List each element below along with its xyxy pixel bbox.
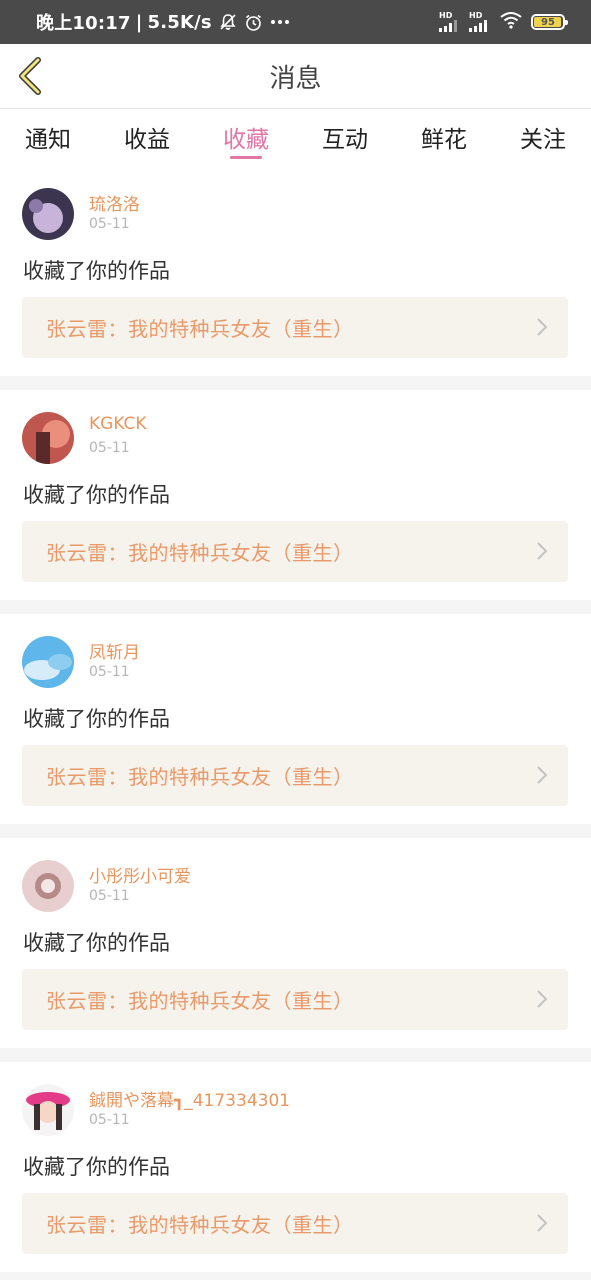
list-item: 凤斩月 05-11 收藏了你的作品 张云雷：我的特种兵女友（重生） xyxy=(0,614,591,838)
signal-2: HD xyxy=(469,12,491,32)
action-text: 收藏了你的作品 xyxy=(23,1155,170,1179)
work-title: 张云雷：我的特种兵女友（重生） xyxy=(46,765,354,789)
avatar[interactable] xyxy=(22,860,74,912)
list-item: 小彤彤小可爱 05-11 收藏了你的作品 张云雷：我的特种兵女友（重生） xyxy=(0,838,591,1062)
battery-icon: 95 xyxy=(531,14,568,30)
avatar[interactable] xyxy=(22,412,74,464)
tab-favorites[interactable]: 收藏 xyxy=(206,120,286,154)
list-item: KGKCK 05-11 收藏了你的作品 张云雷：我的特种兵女友（重生） xyxy=(0,390,591,614)
timestamp: 05-11 xyxy=(89,888,130,904)
status-time: 晚上10:17 xyxy=(36,13,131,34)
signal-bars-icon xyxy=(439,20,457,32)
work-title: 张云雷：我的特种兵女友（重生） xyxy=(46,989,354,1013)
status-right: HD HD 95 xyxy=(439,11,568,33)
tab-earnings[interactable]: 收益 xyxy=(107,120,187,154)
work-title: 张云雷：我的特种兵女友（重生） xyxy=(46,317,354,341)
chevron-right-icon xyxy=(537,990,548,1008)
battery-text: 95 xyxy=(541,16,555,28)
chevron-right-icon xyxy=(537,318,548,336)
username[interactable]: KGKCK xyxy=(89,414,147,434)
work-link[interactable]: 张云雷：我的特种兵女友（重生） xyxy=(22,1193,568,1254)
tab-interactions[interactable]: 互动 xyxy=(305,120,385,154)
chevron-right-icon xyxy=(537,766,548,784)
tab-notifications[interactable]: 通知 xyxy=(8,120,88,154)
signal-2-label: HD xyxy=(469,11,483,20)
avatar[interactable] xyxy=(22,1084,74,1136)
back-button[interactable] xyxy=(12,56,48,96)
divider xyxy=(0,376,591,390)
message-list: 琉洛洛 05-11 收藏了你的作品 张云雷：我的特种兵女友（重生） KGKCK … xyxy=(0,166,591,1280)
action-text: 收藏了你的作品 xyxy=(23,483,170,507)
username[interactable]: 小彤彤小可爱 xyxy=(89,862,191,887)
signal-1: HD xyxy=(439,12,461,32)
divider xyxy=(0,1048,591,1062)
signal-bars-icon xyxy=(469,20,487,32)
divider xyxy=(0,1272,591,1280)
status-speed: 5.5K/s xyxy=(147,11,212,33)
list-item: 琉洛洛 05-11 收藏了你的作品 张云雷：我的特种兵女友（重生） xyxy=(0,166,591,390)
avatar-image xyxy=(22,188,74,240)
chevron-right-icon xyxy=(537,542,548,560)
work-link[interactable]: 张云雷：我的特种兵女友（重生） xyxy=(22,969,568,1030)
page-title: 消息 xyxy=(269,63,322,94)
timestamp: 05-11 xyxy=(89,440,130,456)
avatar[interactable] xyxy=(22,188,74,240)
more-dots-icon xyxy=(270,19,290,25)
tab-following[interactable]: 关注 xyxy=(503,120,583,154)
bell-off-icon xyxy=(219,13,237,31)
avatar[interactable] xyxy=(22,636,74,688)
work-title: 张云雷：我的特种兵女友（重生） xyxy=(46,541,354,565)
alarm-icon xyxy=(244,13,263,32)
action-text: 收藏了你的作品 xyxy=(23,931,170,955)
status-bar: 晚上10:17 | 5.5K/s HD HD 95 xyxy=(0,0,591,44)
work-link[interactable]: 张云雷：我的特种兵女友（重生） xyxy=(22,745,568,806)
wifi-icon xyxy=(499,11,523,33)
status-divider: | xyxy=(135,11,143,33)
work-title: 张云雷：我的特种兵女友（重生） xyxy=(46,1213,354,1237)
header: 消息 xyxy=(0,44,591,109)
chevron-left-icon xyxy=(19,57,41,95)
tab-bar: 通知 收益 收藏 互动 鲜花 关注 xyxy=(0,110,591,166)
chevron-right-icon xyxy=(537,1214,548,1232)
avatar-image xyxy=(22,636,74,688)
action-text: 收藏了你的作品 xyxy=(23,259,170,283)
username[interactable]: 凤斩月 xyxy=(89,638,140,663)
work-link[interactable]: 张云雷：我的特种兵女友（重生） xyxy=(22,297,568,358)
status-left: 晚上10:17 | 5.5K/s xyxy=(36,9,290,35)
action-text: 收藏了你的作品 xyxy=(23,707,170,731)
list-item: 鋮開や落幕┓_417334301 05-11 收藏了你的作品 张云雷：我的特种兵… xyxy=(0,1062,591,1280)
username[interactable]: 鋮開や落幕┓_417334301 xyxy=(89,1086,290,1111)
active-tab-indicator xyxy=(230,156,262,159)
avatar-image xyxy=(22,860,74,912)
divider xyxy=(0,824,591,838)
username[interactable]: 琉洛洛 xyxy=(89,190,140,215)
divider xyxy=(0,600,591,614)
signal-1-label: HD xyxy=(439,11,453,20)
tab-flowers[interactable]: 鲜花 xyxy=(404,120,484,154)
timestamp: 05-11 xyxy=(89,1112,130,1128)
avatar-image xyxy=(22,412,74,464)
timestamp: 05-11 xyxy=(89,216,130,232)
timestamp: 05-11 xyxy=(89,664,130,680)
work-link[interactable]: 张云雷：我的特种兵女友（重生） xyxy=(22,521,568,582)
avatar-image xyxy=(22,1084,74,1136)
